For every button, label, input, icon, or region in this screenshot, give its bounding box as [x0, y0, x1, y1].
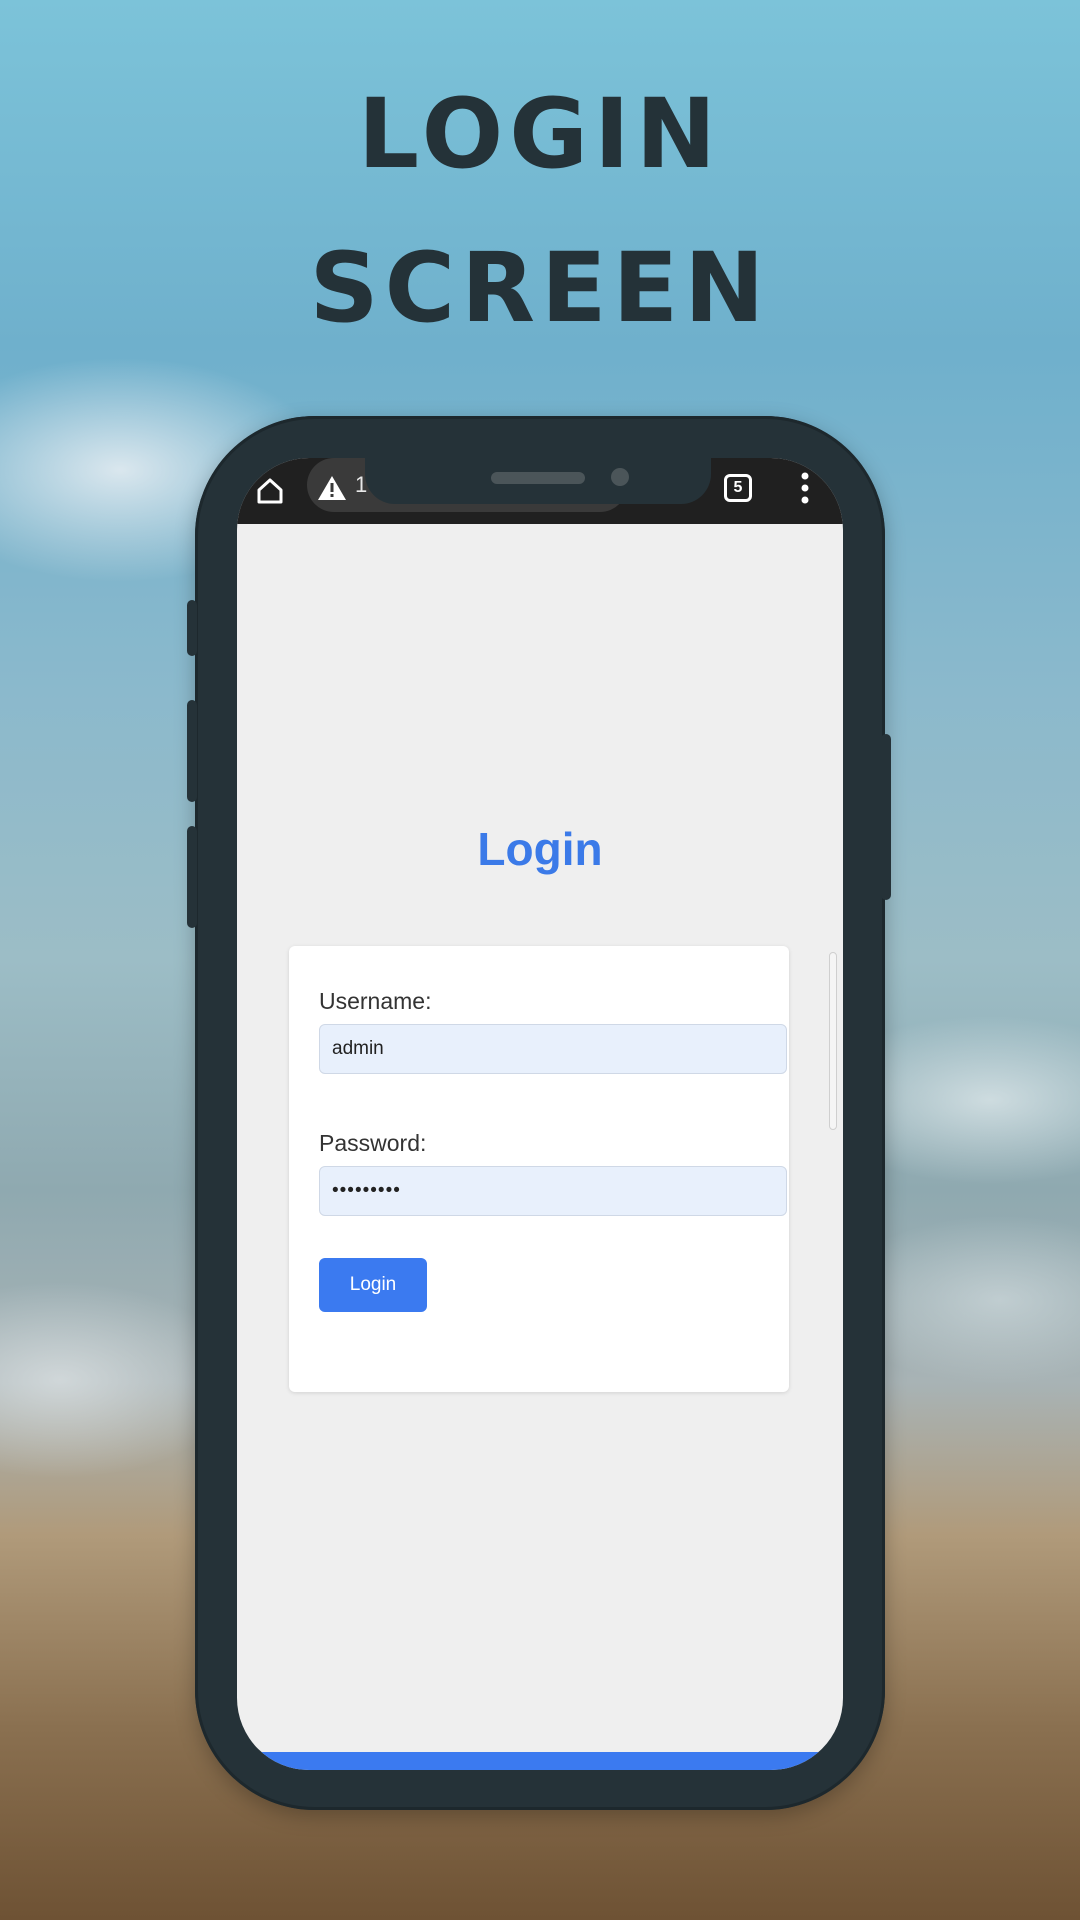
page-title-line-2: SCREEN — [309, 232, 771, 344]
password-label: Password: — [319, 1130, 427, 1156]
password-input[interactable] — [319, 1166, 787, 1216]
phone-button-mute — [187, 600, 197, 656]
phone-speaker — [491, 472, 585, 484]
browser-toolbar: 1 5 — [237, 458, 843, 524]
scrollbar[interactable] — [829, 952, 837, 1130]
phone-notch — [365, 458, 711, 504]
login-card: Username: Password: Login — [289, 946, 789, 1392]
page-background: LOGIN SCREEN 1 5 Login Username: admin P… — [0, 0, 1080, 1920]
phone-frame: 1 5 Login Username: Password: Login — [187, 416, 891, 1810]
tabs-icon[interactable]: 5 — [724, 474, 752, 502]
phone-button-power — [881, 734, 891, 900]
warning-icon — [318, 476, 346, 500]
page-title-line-1: LOGIN — [357, 78, 723, 190]
more-vert-icon[interactable] — [801, 472, 809, 504]
username-input[interactable] — [319, 1024, 787, 1074]
username-label: Username: — [319, 988, 432, 1014]
phone-camera — [611, 468, 629, 486]
home-icon[interactable] — [255, 476, 285, 506]
phone-screen: 1 5 Login Username: Password: Login — [237, 458, 843, 1770]
phone-button-volume-up — [187, 700, 197, 802]
login-button[interactable]: Login — [319, 1258, 427, 1312]
login-heading: Login — [477, 823, 603, 875]
page-footer — [237, 1752, 843, 1770]
phone-button-volume-down — [187, 826, 197, 928]
